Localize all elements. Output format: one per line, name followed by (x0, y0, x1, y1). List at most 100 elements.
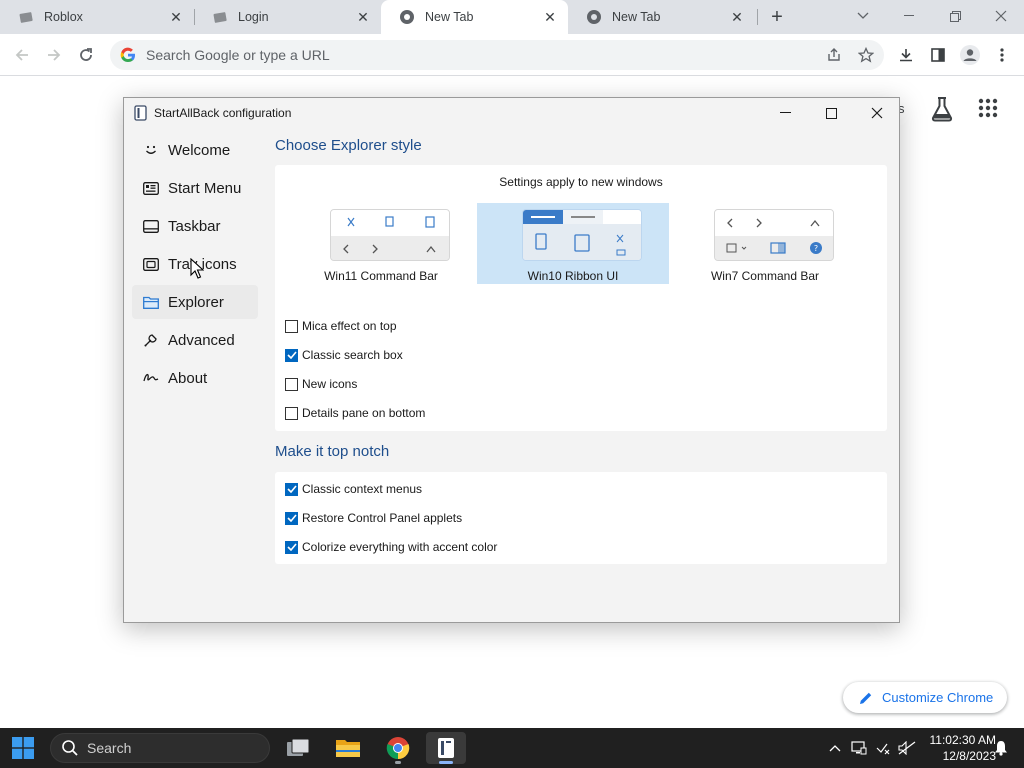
file-explorer-icon[interactable] (328, 732, 368, 764)
share-icon[interactable] (822, 40, 846, 70)
tab-title: New Tab (612, 10, 661, 24)
sidebar-item-label: Welcome (168, 141, 231, 159)
style-option-win7[interactable]: ? Win7 Command Bar (669, 203, 861, 284)
labs-flask-icon[interactable] (930, 96, 954, 122)
option-label: Details pane on bottom (302, 406, 426, 420)
top-notch-panel: Classic context menus Restore Control Pa… (275, 472, 887, 564)
taskbar-search-label: Search (87, 740, 132, 756)
sidebar-item-explorer[interactable]: Explorer (132, 285, 258, 319)
google-apps-grid-icon[interactable] (978, 98, 1002, 122)
style-label: Win11 Command Bar (324, 269, 438, 283)
tab-close-icon[interactable]: ✕ (542, 9, 558, 25)
tray-icon (142, 255, 160, 273)
option-new-icons[interactable]: New icons (285, 375, 357, 393)
clock-time: 11:02:30 AM (929, 733, 997, 747)
tab-new-tab-active[interactable]: New Tab ✕ (381, 0, 568, 34)
checkbox-checked[interactable] (285, 482, 298, 496)
sidebar-item-welcome[interactable]: Welcome (132, 133, 258, 167)
tab-close-icon[interactable]: ✕ (355, 9, 371, 25)
option-colorize-accent[interactable]: Colorize everything with accent color (285, 538, 497, 556)
chrome-favicon-icon (399, 9, 415, 25)
style-label: Win10 Ribbon UI (527, 269, 619, 283)
browser-toolbar: Search Google or type a URL (0, 34, 1024, 76)
style-option-win11[interactable]: Win11 Command Bar (285, 203, 477, 284)
customize-chrome-button[interactable]: Customize Chrome (843, 682, 1007, 713)
checkbox-checked[interactable] (285, 348, 298, 362)
search-icon (62, 740, 78, 756)
checkbox[interactable] (285, 377, 298, 391)
dialog-maximize-icon[interactable] (808, 98, 854, 128)
taskbar-clock[interactable]: 11:02:30 AM 12/8/2023 (916, 732, 997, 764)
tab-close-icon[interactable]: ✕ (729, 9, 745, 25)
folder-icon (142, 293, 160, 311)
option-classic-context-menus[interactable]: Classic context menus (285, 480, 422, 498)
startallback-taskbar-icon[interactable] (426, 732, 466, 764)
checkbox[interactable] (285, 406, 298, 420)
option-label: Classic search box (302, 348, 403, 362)
style-option-win10[interactable]: Win10 Ribbon UI (477, 203, 669, 284)
reload-icon[interactable] (74, 43, 98, 67)
sidebar-item-label: Start Menu (168, 179, 242, 197)
option-label: Colorize everything with accent color (302, 540, 498, 554)
option-restore-control-panel[interactable]: Restore Control Panel applets (285, 509, 462, 527)
new-tab-plus-icon[interactable]: + (766, 6, 788, 28)
checkbox-checked[interactable] (285, 511, 298, 525)
back-arrow-icon[interactable] (10, 43, 34, 67)
tab-separator (757, 9, 758, 25)
restore-icon[interactable] (932, 0, 978, 32)
option-mica-effect[interactable]: Mica effect on top (285, 317, 397, 335)
bookmark-star-icon[interactable] (854, 40, 878, 70)
checkbox-checked[interactable] (285, 540, 298, 554)
option-classic-search-box[interactable]: Classic search box (285, 346, 403, 364)
tab-login[interactable]: Login ✕ (194, 0, 381, 34)
style-label: Win7 Command Bar (710, 269, 820, 283)
active-indicator (439, 761, 453, 764)
option-details-pane-bottom[interactable]: Details pane on bottom (285, 404, 425, 422)
tray-overflow-chevron-icon[interactable] (826, 740, 844, 756)
signature-icon (142, 369, 160, 387)
sidebar-item-taskbar[interactable]: Taskbar (132, 209, 258, 243)
option-label: Mica effect on top (302, 319, 397, 333)
tab-search-chevron-icon[interactable] (840, 0, 886, 32)
sidebar-item-label: Advanced (168, 331, 235, 349)
dialog-minimize-icon[interactable] (762, 98, 808, 128)
notification-bell-icon[interactable] (992, 740, 1010, 756)
checkbox[interactable] (285, 319, 298, 333)
clock-date: 12/8/2023 (942, 749, 996, 763)
sidebar-item-label: About (168, 369, 208, 387)
sidebar-item-start-menu[interactable]: Start Menu (132, 171, 258, 205)
chrome-menu-icon[interactable] (990, 43, 1014, 67)
download-icon[interactable] (894, 43, 918, 67)
minimize-icon[interactable] (886, 0, 932, 32)
customize-chrome-label: Customize Chrome (882, 690, 994, 705)
display-settings-icon[interactable] (850, 740, 868, 756)
dialog-close-icon[interactable] (854, 98, 900, 128)
chrome-taskbar-icon[interactable] (378, 732, 418, 764)
sidebar-item-advanced[interactable]: Advanced (132, 323, 258, 357)
tab-close-icon[interactable]: ✕ (168, 9, 184, 25)
omnibox[interactable]: Search Google or type a URL (110, 40, 884, 70)
tab-roblox[interactable]: Roblox ✕ (0, 0, 194, 34)
dialog-titlebar[interactable]: StartAllBack configuration (124, 98, 899, 128)
sidebar-item-about[interactable]: About (132, 361, 258, 395)
win7-command-bar-thumbnail: ? (714, 209, 834, 261)
forward-arrow-icon[interactable] (42, 43, 66, 67)
taskbar-search-box[interactable]: Search (50, 733, 270, 763)
side-panel-icon[interactable] (926, 43, 950, 67)
running-indicator (395, 761, 401, 764)
volume-muted-icon[interactable] (898, 740, 916, 756)
login-favicon-icon (212, 9, 228, 25)
network-disconnected-icon[interactable] (874, 740, 892, 756)
roblox-favicon-icon (18, 9, 34, 25)
settings-note: Settings apply to new windows (499, 175, 663, 189)
task-view-icon[interactable] (278, 732, 318, 764)
windows-start-icon[interactable] (12, 737, 34, 759)
checkmark-icon (286, 485, 297, 493)
start-menu-icon (142, 179, 160, 197)
profile-avatar-icon[interactable] (958, 43, 982, 67)
tab-title: Roblox (44, 10, 83, 24)
tab-new-tab[interactable]: New Tab ✕ (568, 0, 755, 34)
close-window-icon[interactable] (978, 0, 1024, 32)
pencil-icon (860, 692, 872, 704)
sidebar-item-label: Explorer (168, 293, 224, 311)
